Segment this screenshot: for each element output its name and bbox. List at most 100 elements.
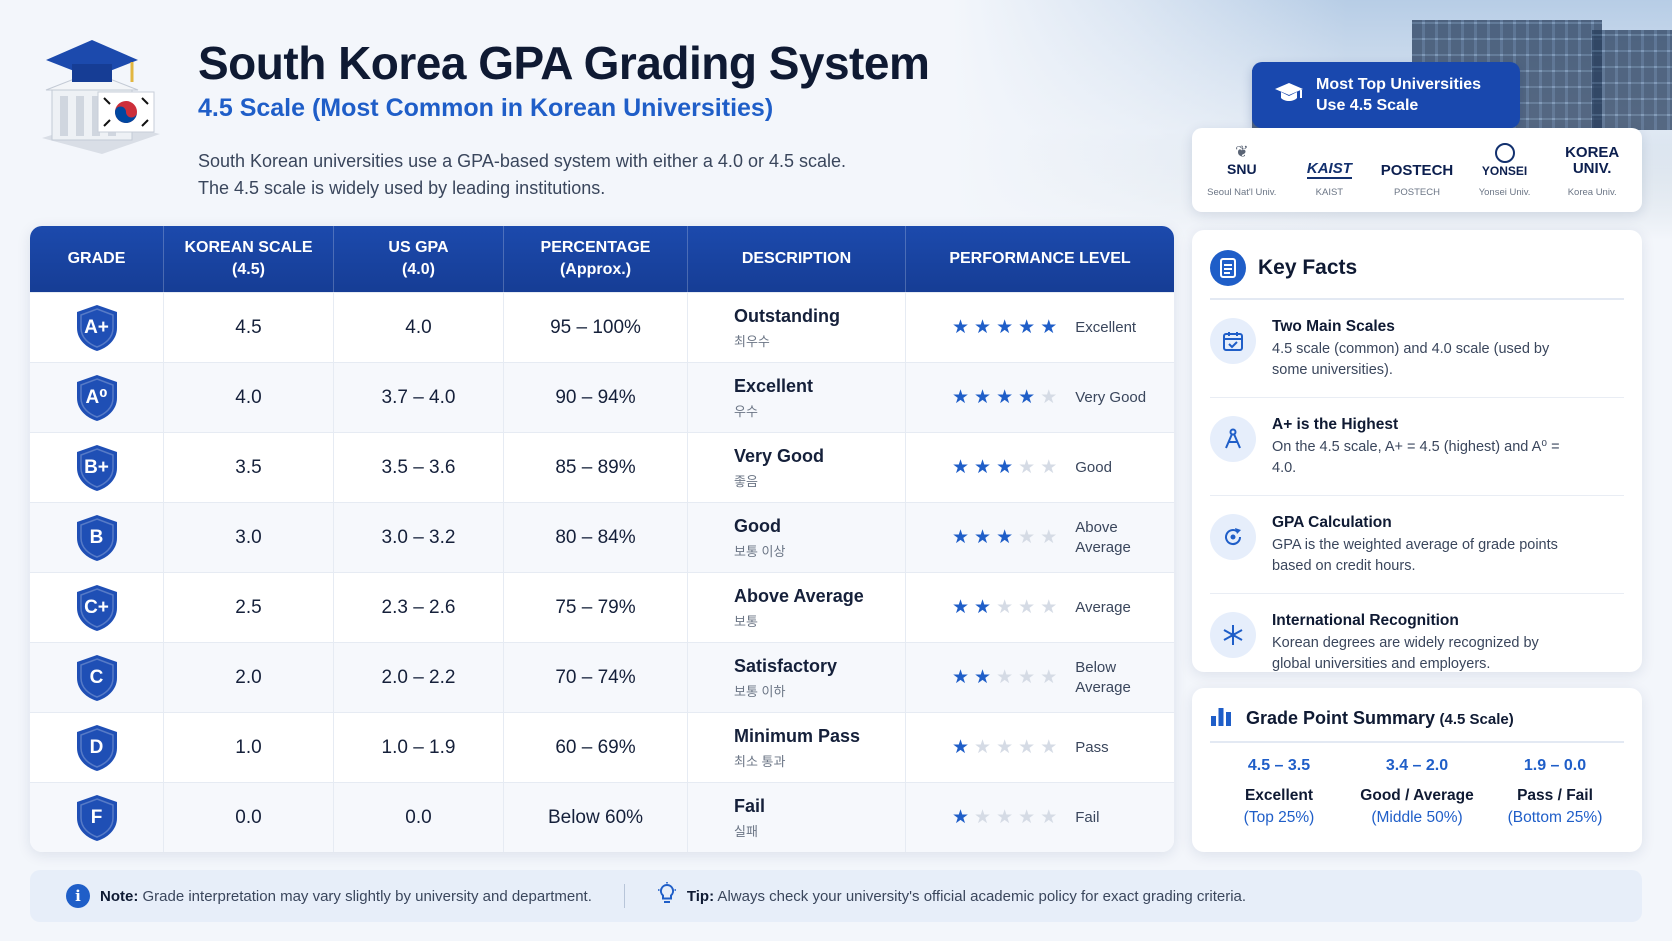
table-row: A+ 4.5 4.0 95 – 100% Outstanding 최우수 ★ ★ ★ ★ ★ Exce… [30, 292, 1174, 362]
star-icon: ★ [996, 457, 1014, 478]
header-korean-scale: KOREAN SCALE (4.5) [164, 226, 334, 292]
star-icon: ★ [1040, 317, 1058, 338]
star-icon: ★ [974, 387, 992, 408]
percentage-cell: 75 – 79% [504, 573, 688, 642]
star-icon: ★ [1040, 457, 1058, 478]
university-kaist: KAIST KAIST [1306, 159, 1352, 198]
summary-header: Grade Point Summary (4.5 Scale) [1210, 706, 1624, 743]
percentage-cell: 80 – 84% [504, 503, 688, 572]
star-icon: ★ [1040, 387, 1058, 408]
table-row: C+ 2.5 2.3 – 2.6 75 – 79% Above Average 보통 ★ ★ ★… [30, 572, 1174, 642]
table-row: D 1.0 1.0 – 1.9 60 – 69% Minimum Pass 최소 통과 ★ ★… [30, 712, 1174, 782]
description-cell: Excellent 우수 [688, 363, 906, 432]
star-icon: ★ [1040, 737, 1058, 758]
grade-shield-badge: A+ [75, 304, 119, 352]
star-icon: ★ [996, 527, 1014, 548]
description-cell: Satisfactory 보통 이하 [688, 643, 906, 712]
korean-scale-cell: 3.5 [164, 433, 334, 502]
korean-scale-cell: 0.0 [164, 783, 334, 852]
performance-cell: ★ ★ ★ ★ ★ Good [952, 457, 1112, 478]
table-row: A⁰ 4.0 3.7 – 4.0 90 – 94% Excellent 우수 ★ ★ ★ ★ ★ Ve… [30, 362, 1174, 432]
star-icon: ★ [952, 737, 970, 758]
percentage-cell: 70 – 74% [504, 643, 688, 712]
us-gpa-cell: 3.5 – 3.6 [334, 433, 504, 502]
star-rating: ★ ★ ★ ★ ★ [952, 528, 1057, 547]
university-building-logo [32, 30, 166, 160]
table-row: B 3.0 3.0 – 3.2 80 – 84% Good 보통 이상 ★ ★ ★ ★ ★ Above… [30, 502, 1174, 572]
calendar-icon [1210, 318, 1256, 364]
star-icon: ★ [952, 457, 970, 478]
star-icon: ★ [1018, 387, 1036, 408]
performance-cell: ★ ★ ★ ★ ★ Excellent [952, 317, 1137, 338]
grade-shield-badge: A⁰ [75, 374, 119, 422]
summary-columns: 4.5 – 3.5 Excellent (Top 25%) 3.4 – 2.0 … [1210, 757, 1624, 827]
grade-cell: C [30, 643, 164, 712]
snu-emblem-icon: ❦ [1235, 143, 1249, 161]
performance-cell: ★ ★ ★ ★ ★ Average [952, 597, 1131, 618]
star-icon: ★ [996, 667, 1014, 688]
description-cell: Very Good 좋음 [688, 433, 906, 502]
grade-point-summary-card: Grade Point Summary (4.5 Scale) 4.5 – 3.… [1192, 688, 1642, 852]
grade-cell: A⁰ [30, 363, 164, 432]
description-cell: Outstanding 최우수 [688, 293, 906, 362]
grade-shield-badge: D [75, 724, 119, 772]
star-icon: ★ [996, 387, 1014, 408]
description-cell: Good 보통 이상 [688, 503, 906, 572]
star-icon: ★ [1040, 527, 1058, 548]
korean-scale-cell: 4.5 [164, 293, 334, 362]
star-icon: ★ [974, 807, 992, 828]
star-rating: ★ ★ ★ ★ ★ [952, 318, 1057, 337]
star-rating: ★ ★ ★ ★ ★ [952, 808, 1057, 827]
header-percentage: PERCENTAGE (Approx.) [504, 226, 688, 292]
description-cell: Fail 실패 [688, 783, 906, 852]
star-icon: ★ [1018, 317, 1036, 338]
page-title: South Korea GPA Grading System [198, 37, 930, 89]
table-row: B+ 3.5 3.5 – 3.6 85 – 89% Very Good 좋음 ★ ★ ★ ★ ★ Go… [30, 432, 1174, 502]
description-cell: Above Average 보통 [688, 573, 906, 642]
document-icon [1210, 250, 1246, 286]
refresh-icon [1210, 514, 1256, 560]
network-icon [1210, 612, 1256, 658]
bar-chart-icon [1210, 706, 1232, 731]
percentage-cell: Below 60% [504, 783, 688, 852]
star-icon: ★ [1018, 807, 1036, 828]
header-description: DESCRIPTION [688, 226, 906, 292]
compass-icon [1210, 416, 1256, 462]
header-us-gpa: US GPA (4.0) [334, 226, 504, 292]
performance-cell: ★ ★ ★ ★ ★ Pass [952, 737, 1109, 758]
star-icon: ★ [974, 667, 992, 688]
korean-scale-cell: 3.0 [164, 503, 334, 572]
performance-cell: ★ ★ ★ ★ ★ Below Average [952, 658, 1131, 696]
star-icon: ★ [974, 597, 992, 618]
grade-cell: D [30, 713, 164, 782]
us-gpa-cell: 2.3 – 2.6 [334, 573, 504, 642]
grade-shield-badge: F [75, 794, 119, 842]
tip-text: Tip: Always check your university's offi… [686, 887, 1247, 905]
star-icon: ★ [996, 317, 1014, 338]
fact-item: International Recognition Korean degrees … [1210, 594, 1624, 691]
yonsei-emblem-icon [1494, 142, 1515, 163]
star-icon: ★ [952, 807, 970, 828]
star-icon: ★ [1040, 667, 1058, 688]
header-grade: GRADE [30, 226, 164, 292]
performance-cell: ★ ★ ★ ★ ★ Very Good [952, 387, 1147, 408]
grade-shield-badge: B+ [75, 444, 119, 492]
fact-item: A+ is the Highest On the 4.5 scale, A+ = … [1210, 398, 1624, 496]
university-snu: ❦ SNU Seoul Nat'l Univ. [1207, 143, 1277, 198]
korean-scale-cell: 2.0 [164, 643, 334, 712]
star-icon: ★ [952, 597, 970, 618]
star-icon: ★ [974, 527, 992, 548]
star-icon: ★ [996, 737, 1014, 758]
grade-cell: C+ [30, 573, 164, 642]
percentage-cell: 60 – 69% [504, 713, 688, 782]
us-gpa-cell: 0.0 [334, 783, 504, 852]
star-icon: ★ [1018, 597, 1036, 618]
star-icon: ★ [1018, 667, 1036, 688]
university-korea: KOREA UNIV. Korea Univ. [1565, 143, 1620, 198]
grade-table: GRADE KOREAN SCALE (4.5) US GPA (4.0) PERC… [30, 226, 1174, 852]
star-icon: ★ [1018, 737, 1036, 758]
korean-scale-cell: 1.0 [164, 713, 334, 782]
summary-col: 4.5 – 3.5 Excellent (Top 25%) [1243, 757, 1315, 826]
page-description: South Korean universities use a GPA-base… [198, 151, 846, 198]
star-icon: ★ [974, 737, 992, 758]
